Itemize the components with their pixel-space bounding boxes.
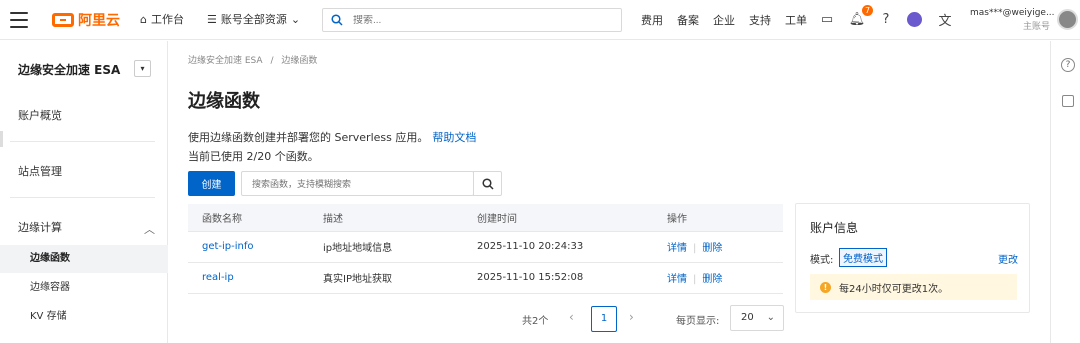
- row-actions: 详情 | 删除: [653, 262, 783, 294]
- next-page-icon[interactable]: ›: [629, 310, 634, 324]
- mode-change-notice: ! 每24小时仅可更改1次。: [810, 274, 1017, 300]
- delete-link[interactable]: 删除: [702, 274, 722, 285]
- table-row: real-ip 真实IP地址获取 2025-11-10 15:52:08 详情 |…: [188, 262, 783, 294]
- table-header-row: 函数名称 描述 创建时间 操作: [188, 204, 783, 232]
- help-doc-link[interactable]: 帮助文档: [432, 131, 476, 144]
- list-icon: ☰: [207, 12, 217, 26]
- page-size-label: 每页显示:: [676, 316, 720, 327]
- pagination-total: 共2个: [522, 316, 549, 327]
- product-switch-icon[interactable]: ▾: [134, 60, 151, 77]
- search-icon: [331, 14, 343, 26]
- terminal-icon[interactable]: ▭: [818, 10, 836, 28]
- prev-page-icon[interactable]: ‹: [569, 310, 574, 324]
- divider: [10, 197, 155, 198]
- sidebar-edge-handle[interactable]: [0, 131, 3, 147]
- function-desc: 真实IP地址获取: [309, 262, 463, 294]
- nav-ticket[interactable]: 工单: [785, 12, 807, 28]
- breadcrumb: 边缘安全加速 ESA / 边缘函数: [188, 53, 317, 66]
- mode-value: 免费模式: [839, 248, 887, 267]
- home-icon: ⌂: [140, 12, 147, 26]
- nav-billing[interactable]: 费用: [641, 12, 663, 28]
- product-name: 边缘安全加速 ESA: [18, 63, 121, 77]
- col-created: 创建时间: [463, 204, 653, 232]
- function-created: 2025-11-10 20:24:33: [463, 231, 653, 263]
- breadcrumb-root[interactable]: 边缘安全加速 ESA: [188, 56, 263, 66]
- account-resources-dropdown[interactable]: ☰ 账号全部资源 ⌄: [207, 11, 300, 27]
- global-search[interactable]: [322, 8, 622, 32]
- divider: [10, 141, 155, 142]
- function-name-link[interactable]: get-ip-info: [188, 231, 309, 263]
- pagination-current-page[interactable]: 1: [591, 306, 617, 332]
- help-icon[interactable]: ?: [1061, 58, 1075, 72]
- menu-icon[interactable]: [10, 12, 28, 28]
- help-icon[interactable]: ?: [877, 10, 895, 28]
- breadcrumb-separator: /: [270, 56, 274, 66]
- col-name: 函数名称: [188, 204, 309, 232]
- function-name-link[interactable]: real-ip: [188, 262, 309, 294]
- mode-label: 模式:: [810, 255, 834, 266]
- detail-link[interactable]: 详情: [667, 274, 687, 285]
- nav-enterprise[interactable]: 企业: [713, 12, 735, 28]
- action-separator: |: [693, 274, 697, 285]
- nav-support[interactable]: 支持: [749, 12, 771, 28]
- avatar[interactable]: [1057, 9, 1078, 30]
- function-created: 2025-11-10 15:52:08: [463, 262, 653, 294]
- account-info-panel: 账户信息 模式: 免费模式 更改 ! 每24小时仅可更改1次。: [795, 203, 1030, 313]
- sidebar-item-edge-containers[interactable]: 边缘容器: [30, 278, 70, 293]
- sidebar-item-edge-functions[interactable]: 边缘函数: [30, 249, 70, 264]
- row-actions: 详情 | 删除: [653, 231, 783, 263]
- page-description: 使用边缘函数创建并部署您的 Serverless 应用。 帮助文档: [188, 131, 477, 144]
- sidebar-item-kv-storage[interactable]: KV 存储: [30, 307, 67, 322]
- function-desc: ip地址地域信息: [309, 231, 463, 263]
- right-rail: ?: [1050, 41, 1080, 343]
- usage-text: 当前已使用 2/20 个函数。: [188, 150, 319, 163]
- workbench-link[interactable]: ⌂ 工作台: [140, 11, 184, 27]
- sidebar-item-overview[interactable]: 账户概览: [18, 107, 62, 123]
- chevron-up-icon[interactable]: ︿: [144, 221, 155, 237]
- nav-filing[interactable]: 备案: [677, 12, 699, 28]
- user-info[interactable]: mas***@weiyige... 主账号: [970, 6, 1055, 34]
- sidebar: 边缘安全加速 ESA ▾ 账户概览 站点管理 边缘计算 ︿ 边缘函数 边缘容器 …: [0, 41, 168, 343]
- breadcrumb-current: 边缘函数: [281, 56, 318, 66]
- sidebar-active-highlight: [0, 245, 168, 273]
- warning-icon: !: [820, 281, 831, 293]
- delete-link[interactable]: 删除: [702, 243, 722, 254]
- function-search-input[interactable]: [241, 171, 474, 196]
- page-size-select[interactable]: 20 ⌄: [730, 305, 784, 331]
- col-actions: 操作: [653, 204, 783, 232]
- create-button[interactable]: 创建: [188, 171, 235, 196]
- function-search-button[interactable]: [473, 171, 502, 196]
- sidebar-group-edge-compute[interactable]: 边缘计算: [18, 219, 62, 235]
- ai-assistant-icon[interactable]: [905, 10, 923, 28]
- functions-table: 函数名称 描述 创建时间 操作 get-ip-info ip地址地域信息 202…: [188, 204, 783, 294]
- chevron-down-icon: ⌄: [290, 12, 301, 26]
- document-icon[interactable]: [1062, 95, 1074, 107]
- logo-mark-icon: [52, 13, 74, 27]
- change-mode-link[interactable]: 更改: [998, 251, 1018, 266]
- global-search-input[interactable]: [353, 14, 593, 26]
- page-title: 边缘函数: [188, 91, 260, 112]
- sidebar-item-site-management[interactable]: 站点管理: [18, 163, 62, 179]
- action-separator: |: [693, 243, 697, 254]
- chevron-down-icon: ⌄: [766, 312, 775, 323]
- search-icon: [481, 177, 494, 190]
- table-row: get-ip-info ip地址地域信息 2025-11-10 20:24:33…: [188, 231, 783, 263]
- col-desc: 描述: [309, 204, 463, 232]
- detail-link[interactable]: 详情: [667, 243, 687, 254]
- account-info-title: 账户信息: [810, 221, 859, 235]
- notification-badge: 7: [862, 5, 873, 16]
- aliyun-logo[interactable]: 阿里云: [52, 10, 120, 30]
- top-bar: 阿里云 ⌂工作台 ☰账号全部资源⌄ 费用 备案 企业 支持 工单 ▭ 🔔︎ 7 …: [0, 0, 1080, 40]
- language-icon[interactable]: 文: [936, 10, 954, 29]
